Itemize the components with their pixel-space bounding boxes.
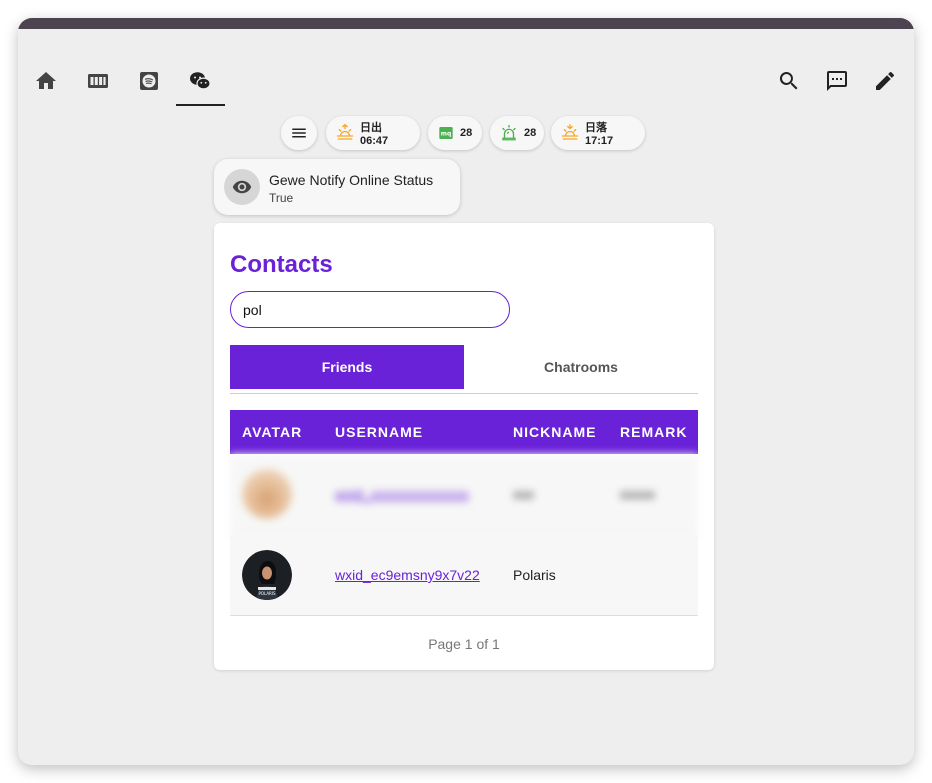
- sunrise-icon: [336, 124, 354, 140]
- top-toolbar: [18, 29, 914, 111]
- table-row[interactable]: wxid_xxxxxxxxxxxxxx xxx xxxxx: [230, 454, 698, 535]
- contacts-card: Contacts Friends Chatrooms AVATAR USERNA…: [214, 223, 714, 670]
- status-icon-badge: [224, 169, 260, 205]
- username-link[interactable]: wxid_xxxxxxxxxxxxxx: [335, 486, 469, 502]
- search-icon[interactable]: [777, 69, 801, 93]
- nickname-cell: xxx: [513, 454, 534, 534]
- edit-icon[interactable]: [873, 69, 897, 93]
- alarm-badge[interactable]: 28: [490, 116, 544, 150]
- column-remark[interactable]: REMARK: [620, 410, 687, 454]
- remark-cell: xxxxx: [620, 454, 655, 534]
- menu-button[interactable]: [281, 116, 317, 150]
- svg-text:mq: mq: [441, 131, 452, 138]
- mqtt-icon: mq: [439, 127, 453, 139]
- media-grid-icon[interactable]: [86, 69, 110, 93]
- avatar-cell: [242, 454, 292, 534]
- title-bar: [18, 18, 914, 29]
- active-tab-indicator: [176, 104, 225, 106]
- spotify-icon[interactable]: [137, 69, 161, 93]
- column-nickname[interactable]: NICKNAME: [513, 410, 596, 454]
- sunrise-label: 日出 06:47: [360, 122, 389, 147]
- contacts-table: AVATAR USERNAME NICKNAME REMARK wxid_xxx…: [230, 410, 698, 616]
- online-status-card[interactable]: Gewe Notify Online Status True: [214, 159, 460, 215]
- sunset-badge[interactable]: 日落 17:17: [551, 116, 645, 150]
- status-value: True: [269, 191, 294, 205]
- tab-friends[interactable]: Friends: [230, 345, 464, 389]
- username-cell: wxid_xxxxxxxxxxxxxx: [335, 454, 469, 534]
- remark-text: xxxxx: [620, 486, 655, 502]
- nickname-cell: Polaris: [513, 535, 556, 615]
- mqtt-value: 28: [460, 127, 473, 139]
- tab-chatrooms[interactable]: Chatrooms: [464, 345, 698, 389]
- sunrise-badge[interactable]: 日出 06:47: [326, 116, 420, 150]
- column-avatar[interactable]: AVATAR: [242, 410, 302, 454]
- avatar-cell: POLARIS: [242, 535, 292, 615]
- svg-text:POLARIS: POLARIS: [258, 591, 276, 596]
- mqtt-badge[interactable]: mq 28: [428, 116, 482, 150]
- eye-icon: [232, 180, 252, 194]
- sunset-label: 日落 17:17: [585, 122, 614, 147]
- contact-search-input[interactable]: [230, 291, 510, 328]
- username-cell: wxid_ec9emsny9x7v22: [335, 535, 480, 615]
- pagination-label: Page 1 of 1: [428, 636, 500, 652]
- table-header: AVATAR USERNAME NICKNAME REMARK: [230, 410, 698, 454]
- wechat-icon[interactable]: [188, 69, 212, 93]
- alarm-light-icon: [502, 124, 516, 141]
- contacts-tabs: Friends Chatrooms: [230, 345, 698, 394]
- avatar: POLARIS: [242, 550, 292, 600]
- alarm-value: 28: [524, 127, 537, 139]
- nickname-text: xxx: [513, 486, 534, 502]
- app-window: 日出 06:47 mq 28 28 日落 17:17 Gewe Notify O…: [18, 18, 914, 765]
- avatar: [242, 469, 292, 519]
- card-title: Contacts: [230, 251, 333, 278]
- sunset-icon: [561, 124, 579, 140]
- nickname-text: Polaris: [513, 567, 556, 583]
- assist-icon[interactable]: [825, 69, 849, 93]
- username-link[interactable]: wxid_ec9emsny9x7v22: [335, 567, 480, 583]
- home-icon[interactable]: [34, 69, 58, 93]
- table-row[interactable]: POLARIS wxid_ec9emsny9x7v22 Polaris: [230, 535, 698, 616]
- status-name: Gewe Notify Online Status: [269, 172, 434, 188]
- menu-icon: [292, 128, 306, 138]
- column-username[interactable]: USERNAME: [335, 410, 423, 454]
